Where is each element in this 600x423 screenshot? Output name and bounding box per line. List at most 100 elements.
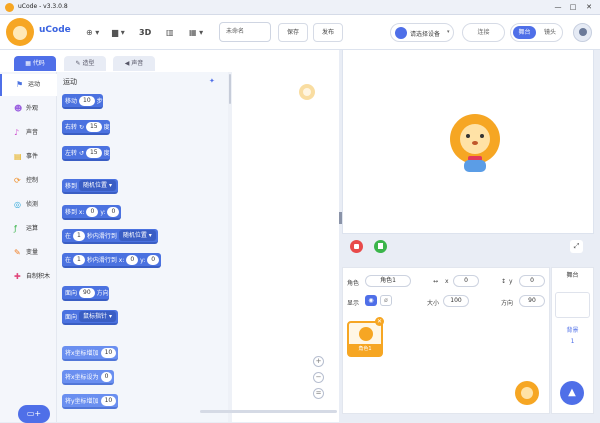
category-label: 外观 — [26, 105, 39, 112]
tab-sound[interactable]: ◀ 声音 — [113, 56, 155, 71]
close-window-button[interactable]: ✕ — [583, 2, 595, 13]
block-input[interactable]: 90 — [79, 288, 95, 298]
publish-button[interactable]: 发布 — [313, 23, 343, 42]
block-goto[interactable]: 移到 随机位置 ▾ — [62, 179, 118, 194]
block-dropdown[interactable]: 随机位置 ▾ — [118, 230, 156, 241]
category-events[interactable]: ▤ 事件 — [0, 146, 57, 168]
fullscreen-button[interactable]: ⤢ — [570, 240, 583, 253]
block-input[interactable]: 0 — [86, 207, 99, 217]
x-label: x — [445, 278, 449, 285]
x-input[interactable]: 0 — [453, 275, 479, 287]
block-input[interactable]: 0 — [100, 372, 113, 382]
project-name-input[interactable]: 未命名 — [219, 22, 271, 42]
category-operators[interactable]: ƒ 运算 — [0, 218, 57, 240]
connect-button[interactable]: 连接 — [462, 23, 505, 42]
block-change-x[interactable]: 将x坐标增加 10 — [62, 346, 119, 361]
size-label: 大小 — [427, 300, 440, 307]
mode-lens-tab[interactable]: 镜头 — [539, 26, 561, 39]
zoom-out-button[interactable]: − — [313, 372, 324, 383]
robot-icon — [395, 27, 407, 39]
green-flag-button[interactable] — [374, 240, 387, 253]
block-input[interactable]: 0 — [126, 255, 139, 265]
zoom-in-button[interactable]: + — [313, 356, 324, 367]
delete-sprite-button[interactable]: ✕ — [375, 317, 384, 326]
sprite-name-input[interactable]: 角色1 — [365, 275, 411, 287]
block-input[interactable]: 15 — [85, 122, 102, 132]
globe-icon[interactable]: ⊕ ▾ — [86, 26, 99, 40]
category-my-blocks[interactable]: ✚ 自制积木 — [0, 266, 57, 288]
category-sidebar: ⚑ 运动 ☻ 外观 ♪ 声音 ▤ 事件 ⟳ 控制 ◎ 侦测 ƒ 运算 ✎ 变量 ✚ 自制积木 ▭+ — [0, 72, 57, 423]
run-icon: ⚑ — [16, 80, 24, 89]
tab-code[interactable]: ▦ 代码 — [14, 56, 56, 71]
mode-switch[interactable]: 舞台 镜头 — [510, 23, 563, 42]
block-goto-xy[interactable]: 移到 x: 0 y: 0 — [62, 205, 122, 220]
block-point-towards[interactable]: 面向 鼠标指针 ▾ — [62, 310, 118, 325]
add-extension-button[interactable]: ▭+ — [18, 405, 50, 423]
close-icon: ✕ — [376, 318, 383, 325]
mode-stage-tab[interactable]: 舞台 — [513, 26, 536, 39]
sprite-thumbnail[interactable]: 角色1 ✕ — [347, 317, 384, 357]
block-glide-xy[interactable]: 在 1 秒内滑行到 x: 0 y: 0 — [62, 253, 162, 268]
device-select[interactable]: 请选择设备 ▾ — [390, 23, 454, 42]
rotate-right-icon: ↻ — [78, 124, 84, 131]
block-input[interactable]: 1 — [73, 231, 85, 241]
direction-input[interactable]: 90 — [519, 295, 545, 307]
block-point-direction[interactable]: 面向 90 方向 — [62, 286, 109, 301]
block-set-x[interactable]: 将x坐标设为 0 — [62, 370, 115, 385]
block-turn-left[interactable]: 左转 ↺ 15 度 — [62, 146, 110, 161]
stage-canvas[interactable] — [342, 49, 594, 234]
backdrop-thumbnail[interactable] — [555, 292, 590, 318]
stage-controls: ⤢ — [342, 234, 594, 258]
add-backdrop-button[interactable]: ▲ — [560, 381, 584, 405]
category-control[interactable]: ⟳ 控制 — [0, 170, 57, 192]
show-visible-button[interactable]: ◉ — [365, 295, 377, 306]
block-change-y[interactable]: 将y坐标增加 10 — [62, 394, 119, 409]
maximize-button[interactable]: □ — [567, 2, 579, 13]
look-icon: ☻ — [14, 104, 23, 113]
variable-icon: ✎ — [14, 248, 21, 257]
save-button[interactable]: 保存 — [278, 23, 308, 42]
backdrop-count: 1 — [570, 338, 575, 345]
pin-icon[interactable]: ✦ — [209, 77, 215, 85]
book-icon[interactable]: ▥ — [166, 26, 174, 40]
script-workspace[interactable]: + − = — [200, 72, 339, 422]
block-input[interactable]: 10 — [100, 348, 117, 358]
show-label: 显示 — [347, 300, 360, 307]
zoom-reset-button[interactable]: = — [313, 388, 324, 399]
user-avatar[interactable] — [573, 23, 592, 42]
y-input[interactable]: 0 — [519, 275, 545, 287]
category-looks[interactable]: ☻ 外观 — [0, 98, 57, 120]
show-hidden-button[interactable]: ø — [380, 295, 392, 306]
block-turn-right[interactable]: 右转 ↻ 15 度 — [62, 120, 110, 135]
chevron-down-icon: ▾ — [447, 29, 450, 35]
tab-costume[interactable]: ✎ 造型 — [64, 56, 106, 71]
x-arrow-icon: ↔ — [433, 278, 439, 285]
add-sprite-button[interactable] — [515, 381, 539, 405]
backdrop-panel: 舞台 背景 1 ▲ — [551, 267, 594, 414]
size-input[interactable]: 100 — [443, 295, 469, 307]
block-input[interactable]: 10 — [79, 96, 95, 106]
block-input[interactable]: 0 — [147, 255, 160, 265]
category-sensing[interactable]: ◎ 侦测 — [0, 194, 57, 216]
grid-menu-icon[interactable]: ▦ ▾ — [189, 26, 203, 40]
block-dropdown[interactable]: 随机位置 ▾ — [79, 180, 116, 191]
lion-sprite[interactable] — [448, 110, 506, 178]
workspace-scrollbar[interactable] — [200, 410, 337, 413]
block-input[interactable]: 0 — [107, 207, 120, 217]
block-move-steps[interactable]: 移动 10 步 — [62, 94, 103, 109]
block-input[interactable]: 1 — [73, 255, 85, 265]
view-3d-button[interactable]: 3D — [139, 26, 151, 40]
folder-icon[interactable]: ▆ ▾ — [112, 26, 125, 40]
control-icon: ⟳ — [14, 176, 21, 185]
block-input[interactable]: 15 — [85, 148, 102, 158]
category-sound[interactable]: ♪ 声音 — [0, 122, 57, 144]
block-dropdown[interactable]: 鼠标指针 ▾ — [79, 311, 116, 322]
minimize-button[interactable]: — — [552, 2, 564, 13]
extension-add-icon: ▭+ — [26, 409, 42, 418]
block-glide-to[interactable]: 在 1 秒内滑行到 随机位置 ▾ — [62, 229, 158, 244]
stop-button[interactable] — [350, 240, 363, 253]
sprite-thumb-name: 角色1 — [349, 344, 381, 355]
category-motion[interactable]: ⚑ 运动 — [0, 74, 57, 96]
block-input[interactable]: 10 — [100, 396, 117, 406]
category-variables[interactable]: ✎ 变量 — [0, 242, 57, 264]
